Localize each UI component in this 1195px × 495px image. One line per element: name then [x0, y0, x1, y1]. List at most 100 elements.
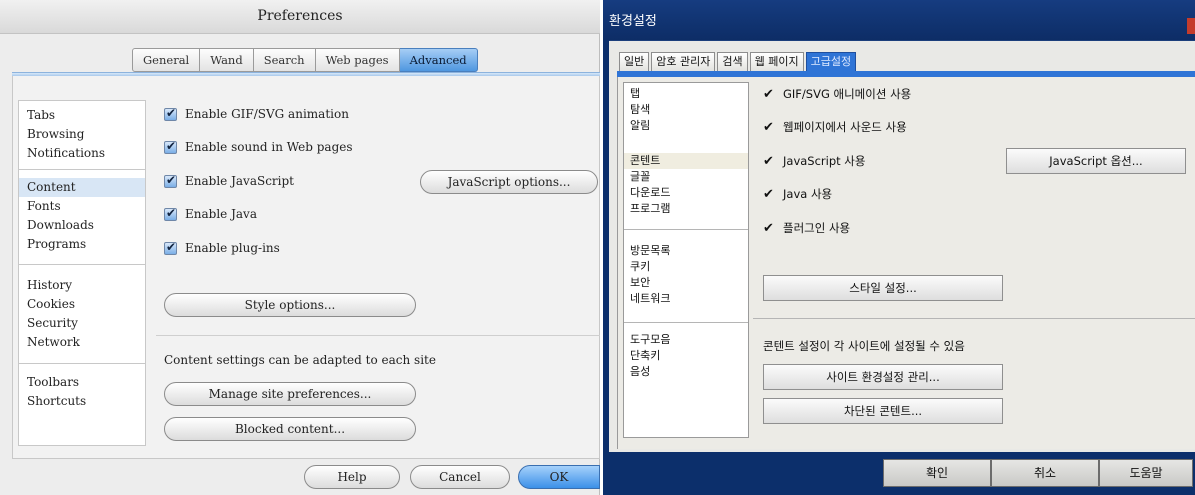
checkbox-label: 웹페이지에서 사운드 사용: [783, 120, 907, 134]
checkmark-icon: ✔: [763, 153, 774, 169]
sidebar-item-browsing[interactable]: 탐색: [624, 102, 748, 118]
tab-general[interactable]: 일반: [619, 52, 650, 72]
sidebar-item-browsing[interactable]: Browsing: [19, 125, 145, 144]
checkbox-label: Java 사용: [783, 187, 833, 201]
checkbox-java[interactable]: Enable Java: [164, 205, 257, 223]
sidebar-item-shortcuts[interactable]: Shortcuts: [19, 392, 145, 411]
checkbox-checked-icon: [164, 173, 177, 188]
blocked-content-button[interactable]: Blocked content...: [164, 417, 416, 441]
blocked-content-button[interactable]: 차단된 콘텐트...: [763, 398, 1003, 424]
checkbox-label: Enable sound in Web pages: [185, 140, 353, 154]
checkbox-checked-icon: [164, 240, 177, 255]
checkbox-plugins[interactable]: Enable plug-ins: [164, 239, 280, 257]
checkbox-checked-icon: [164, 206, 177, 221]
checkbox-plugins[interactable]: ✔ 플러그인 사용: [763, 220, 850, 236]
checkmark-icon: ✔: [763, 86, 774, 102]
title-bar: Preferences: [0, 0, 600, 34]
sidebar-item-security[interactable]: Security: [19, 314, 145, 333]
checkbox-label: Enable Java: [185, 207, 257, 221]
tab-bar: General Wand Search Web pages Advanced: [132, 48, 478, 72]
checkbox-sound[interactable]: ✔ 웹페이지에서 사운드 사용: [763, 119, 907, 135]
checkbox-sound[interactable]: Enable sound in Web pages: [164, 138, 353, 156]
checkbox-checked-icon: [164, 139, 177, 154]
help-button[interactable]: Help: [304, 465, 400, 489]
sidebar-item-cookies[interactable]: 쿠키: [624, 259, 748, 275]
mac-preferences-window: Preferences General Wand Search Web page…: [0, 0, 600, 495]
title-bar: 환경설정: [603, 0, 1195, 40]
checkmark-icon: ✔: [763, 186, 774, 202]
sidebar-item-shortcuts[interactable]: 단축키: [624, 348, 748, 364]
tab-password-manager[interactable]: 암호 관리자: [651, 52, 716, 72]
tab-general[interactable]: General: [132, 48, 201, 72]
sidebar-item-fonts[interactable]: 글꼴: [624, 169, 748, 185]
sidebar-item-notifications[interactable]: Notifications: [19, 144, 145, 163]
sidebar-item-tabs[interactable]: Tabs: [19, 106, 145, 125]
cancel-button[interactable]: Cancel: [410, 465, 510, 489]
checkbox-label: GIF/SVG 애니메이션 사용: [783, 87, 912, 101]
sidebar: Tabs Browsing Notifications Content Font…: [18, 100, 146, 446]
tab-web-pages[interactable]: Web pages: [315, 48, 400, 72]
checkbox-label: JavaScript 사용: [783, 154, 866, 168]
checkbox-label: 플러그인 사용: [783, 221, 851, 235]
checkbox-label: Enable GIF/SVG animation: [185, 107, 349, 121]
sidebar-item-fonts[interactable]: Fonts: [19, 197, 145, 216]
checkbox-javascript[interactable]: Enable JavaScript: [164, 172, 294, 190]
sidebar-item-toolbars[interactable]: Toolbars: [19, 373, 145, 392]
checkbox-gif-svg-animation[interactable]: ✔ GIF/SVG 애니메이션 사용: [763, 86, 911, 102]
sidebar-item-cookies[interactable]: Cookies: [19, 295, 145, 314]
sidebar-item-history[interactable]: History: [19, 276, 145, 295]
checkmark-icon: ✔: [763, 220, 774, 236]
tab-search[interactable]: Search: [253, 48, 316, 72]
tab-web-pages[interactable]: 웹 페이지: [749, 52, 804, 72]
cancel-button[interactable]: 취소: [991, 459, 1099, 487]
sidebar-item-content[interactable]: 콘텐트: [624, 153, 748, 169]
manage-site-preferences-button[interactable]: 사이트 환경설정 관리...: [763, 364, 1003, 390]
sidebar-item-notifications[interactable]: 알림: [624, 118, 748, 134]
window-title: 환경설정: [609, 14, 657, 29]
windows-preferences-window: 환경설정 일반 암호 관리자 검색 웹 페이지 고급설정 탭 탐색 알림 콘텐트…: [603, 0, 1195, 495]
help-button[interactable]: 도움말: [1099, 459, 1193, 487]
checkbox-java[interactable]: ✔ Java 사용: [763, 186, 832, 202]
sidebar-item-downloads[interactable]: 다운로드: [624, 185, 748, 201]
style-options-button[interactable]: 스타일 설정...: [763, 275, 1003, 301]
sidebar-divider: [19, 264, 145, 265]
close-icon[interactable]: [1187, 18, 1195, 34]
sidebar-item-voice[interactable]: 음성: [624, 364, 748, 380]
site-settings-description: 콘텐트 설정이 각 사이트에 설정될 수 있음: [763, 339, 965, 353]
section-divider: [753, 318, 1195, 319]
sidebar-item-downloads[interactable]: Downloads: [19, 216, 145, 235]
tab-bar: 일반 암호 관리자 검색 웹 페이지 고급설정: [619, 52, 858, 72]
sidebar-item-security[interactable]: 보안: [624, 275, 748, 291]
sidebar-item-programs[interactable]: Programs: [19, 235, 145, 254]
sidebar-divider: [19, 363, 145, 364]
manage-site-preferences-button[interactable]: Manage site preferences...: [164, 382, 416, 406]
checkmark-icon: ✔: [763, 119, 774, 135]
checkbox-label: Enable JavaScript: [185, 174, 294, 188]
sidebar-item-tabs[interactable]: 탭: [624, 86, 748, 102]
checkbox-checked-icon: [164, 106, 177, 121]
window-title: Preferences: [257, 8, 343, 24]
javascript-options-button[interactable]: JavaScript options...: [420, 170, 598, 194]
sidebar-item-toolbars[interactable]: 도구모음: [624, 332, 748, 348]
tab-wand[interactable]: Wand: [200, 48, 254, 72]
tab-search[interactable]: 검색: [717, 52, 748, 72]
ok-button[interactable]: 확인: [883, 459, 991, 487]
checkbox-label: Enable plug-ins: [185, 241, 280, 255]
style-options-button[interactable]: Style options...: [164, 293, 416, 317]
ok-button[interactable]: OK: [518, 465, 600, 489]
checkbox-javascript[interactable]: ✔ JavaScript 사용: [763, 153, 865, 169]
sidebar-divider: [624, 229, 748, 230]
javascript-options-button[interactable]: JavaScript 옵션...: [1006, 148, 1186, 174]
tab-advanced[interactable]: 고급설정: [805, 52, 857, 72]
sidebar-item-network[interactable]: Network: [19, 333, 145, 352]
sidebar-item-programs[interactable]: 프로그램: [624, 201, 748, 217]
sidebar-divider: [624, 322, 748, 323]
checkbox-gif-svg-animation[interactable]: Enable GIF/SVG animation: [164, 105, 349, 123]
sidebar-item-network[interactable]: 네트워크: [624, 291, 748, 307]
sidebar-item-history[interactable]: 방문목록: [624, 243, 748, 259]
sidebar-divider: [19, 169, 145, 170]
section-divider: [156, 335, 600, 336]
sidebar: 탭 탐색 알림 콘텐트 글꼴 다운로드 프로그램 방문목록 쿠키 보안 네트워크…: [623, 82, 749, 438]
sidebar-item-content[interactable]: Content: [19, 178, 145, 197]
tab-advanced[interactable]: Advanced: [399, 48, 478, 72]
